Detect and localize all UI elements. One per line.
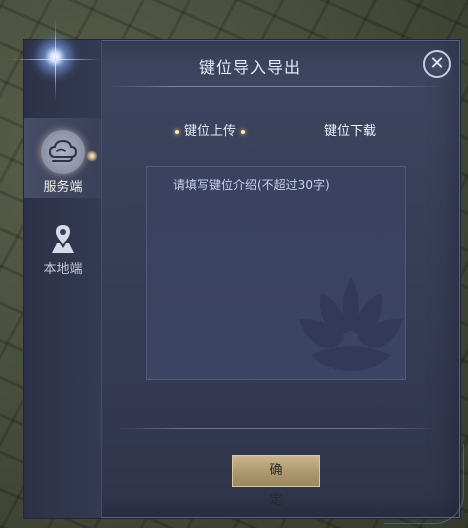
description-placeholder: 请填写键位介绍(不超过30字) — [173, 178, 330, 192]
tab-dot-icon — [241, 129, 246, 134]
footer-divider — [118, 428, 436, 429]
confirm-button[interactable]: 确 定 — [232, 455, 320, 508]
corner-ornament — [384, 444, 464, 524]
close-icon: ✕ — [429, 53, 445, 74]
sidebar-item-label: 本地端 — [43, 262, 83, 277]
sparkle-decoration — [86, 150, 98, 162]
tab-upload[interactable]: 键位上传 — [170, 120, 250, 139]
tab-label: 键位上传 — [184, 124, 237, 139]
sidebar-item-label: 服务端 — [43, 180, 83, 195]
tab-dot-icon — [175, 129, 179, 134]
title-divider — [108, 86, 442, 87]
lotus-watermark-icon — [299, 277, 403, 371]
tab-label: 键位下载 — [324, 124, 377, 139]
map-pin-icon — [48, 222, 78, 256]
description-input[interactable]: 请填写键位介绍(不超过30字) — [146, 166, 406, 380]
cloud-icon — [41, 130, 85, 174]
star-ray-decoration — [55, 20, 56, 100]
close-button[interactable]: ✕ — [423, 50, 451, 78]
tab-download[interactable]: 键位下载 — [324, 120, 376, 139]
sidebar-item-local[interactable]: 本地端 — [24, 222, 102, 302]
dialog-title: 键位导入导出 — [198, 58, 301, 77]
